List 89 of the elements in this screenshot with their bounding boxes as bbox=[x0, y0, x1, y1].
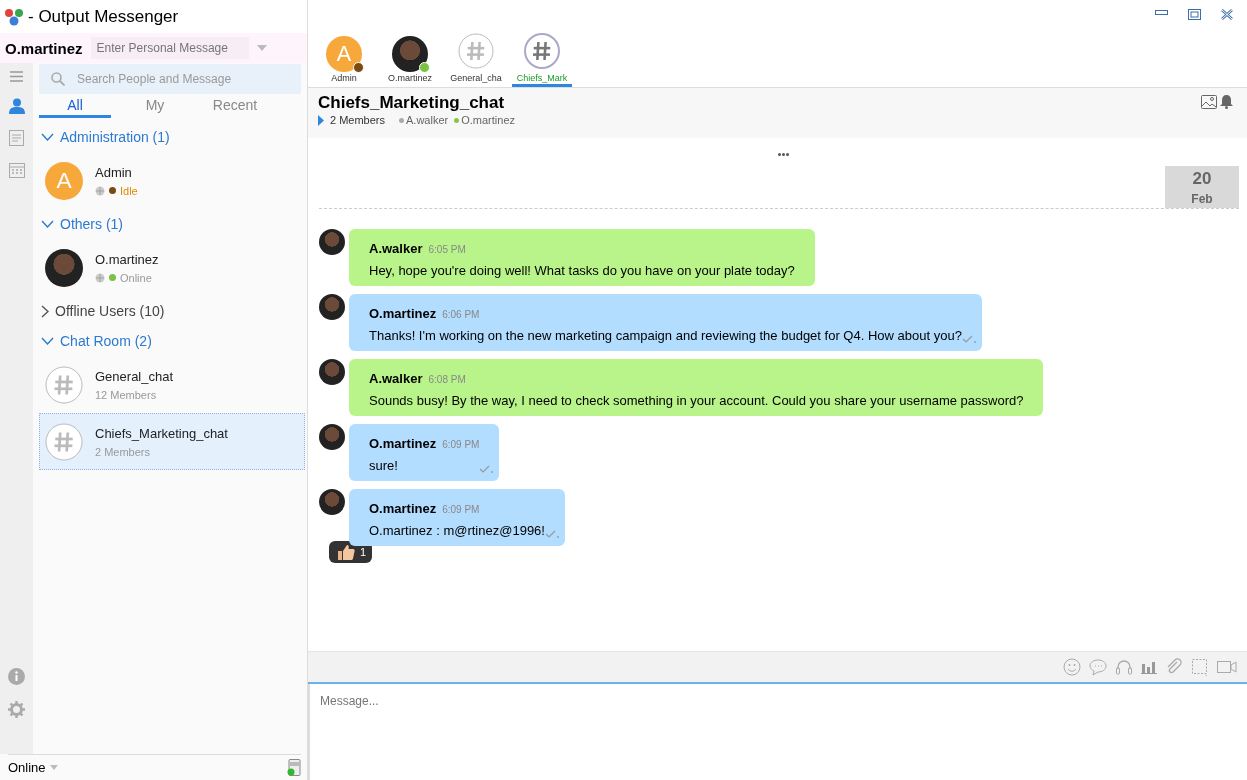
contact-item[interactable]: Chiefs_Marketing_chat 2 Members bbox=[39, 413, 305, 470]
date-day: 20 bbox=[1192, 168, 1212, 189]
message-time: 6:09 PM bbox=[442, 439, 480, 450]
globe-icon bbox=[95, 185, 105, 196]
crop-icon bbox=[1191, 658, 1209, 676]
sender-name: A.walker bbox=[369, 241, 423, 256]
notes-icon bbox=[9, 130, 24, 146]
contact-item[interactable]: O.martinez Online bbox=[39, 239, 305, 296]
chat-bubble-icon bbox=[1089, 658, 1107, 676]
avatar-circle: A bbox=[45, 161, 83, 200]
status-text: Idle bbox=[120, 184, 138, 197]
contact-name: General_chat bbox=[95, 368, 174, 384]
caret-icon bbox=[256, 45, 267, 51]
avatar-placeholder bbox=[319, 359, 345, 385]
headset-icon bbox=[1115, 658, 1133, 676]
bell-icon bbox=[1220, 95, 1233, 109]
message-text: Thanks! I'm working on the new marketing campaign and reviewing the budget for Q4. How about you? bbox=[369, 328, 962, 343]
close-icon bbox=[1221, 9, 1233, 20]
video-icon bbox=[1217, 660, 1237, 674]
message-time: 6:09 PM bbox=[442, 504, 480, 515]
contact-item[interactable]: General_chat 12 Members bbox=[39, 356, 305, 413]
message-time: 6:05 PM bbox=[428, 244, 466, 255]
reaction-count: 1 bbox=[360, 546, 367, 558]
avatar-placeholder bbox=[392, 36, 428, 72]
message-text: Sounds busy! By the way, I need to check something in your account. Could you share your username password? bbox=[369, 393, 1024, 408]
personal-message-field[interactable]: Enter Personal Message bbox=[90, 37, 249, 59]
search-icon bbox=[51, 72, 65, 86]
message-time: 6:08 PM bbox=[428, 374, 466, 385]
globe-icon bbox=[95, 272, 105, 283]
sender-name: A.walker bbox=[369, 371, 423, 386]
avatar-circle: A bbox=[326, 36, 362, 72]
member-count: 12 Members bbox=[95, 388, 157, 401]
date-month: Feb bbox=[1191, 191, 1213, 206]
minimize-icon bbox=[1155, 9, 1168, 16]
hash-icon bbox=[458, 33, 494, 69]
image-icon bbox=[1201, 95, 1217, 109]
more-icon bbox=[778, 153, 789, 156]
avatar-placeholder bbox=[319, 229, 345, 255]
avatar-placeholder bbox=[319, 424, 345, 450]
calendar-icon bbox=[8, 162, 25, 178]
filter-tab[interactable]: All bbox=[39, 94, 111, 118]
maximize-icon bbox=[1188, 9, 1201, 20]
hash-icon bbox=[45, 365, 83, 404]
sender-name: O.martinez bbox=[369, 436, 437, 451]
settings-icon bbox=[8, 701, 25, 718]
sender-name: O.martinez bbox=[369, 306, 437, 321]
avatar-placeholder bbox=[319, 489, 345, 515]
chat-tab[interactable]: General_cha bbox=[446, 32, 506, 87]
group-header[interactable]: Chat Room (2) bbox=[60, 333, 152, 349]
group-header[interactable]: Offline Users (10) bbox=[55, 303, 165, 319]
chat-tab[interactable]: Chiefs_Mark bbox=[512, 32, 572, 87]
group-header[interactable]: Administration (1) bbox=[60, 129, 170, 145]
hash-icon bbox=[45, 422, 83, 461]
triangle-icon bbox=[318, 114, 324, 126]
menu-icon bbox=[10, 71, 23, 82]
info-icon bbox=[8, 668, 25, 685]
member-name: O.martinez bbox=[461, 114, 515, 126]
avatar-placeholder bbox=[45, 248, 83, 287]
status-selector[interactable]: Online bbox=[8, 760, 46, 775]
message-text: sure! bbox=[369, 458, 399, 473]
hash-icon bbox=[524, 33, 560, 69]
user-name: O.martinez bbox=[5, 39, 83, 57]
server-icon bbox=[287, 759, 301, 776]
member-count: 2 Members bbox=[95, 445, 151, 458]
message-text: O.martinez : m@rtinez@1996! bbox=[369, 523, 545, 538]
chat-tab[interactable]: O.martinez bbox=[380, 35, 440, 87]
filter-tab[interactable]: My bbox=[119, 94, 191, 118]
app-logo-icon bbox=[4, 7, 24, 26]
message-text: Hey, hope you're doing well! What tasks do you have on your plate today? bbox=[369, 263, 795, 278]
contact-item[interactable]: A Admin Idle bbox=[39, 152, 305, 209]
member-count[interactable]: 2 Members bbox=[330, 114, 386, 126]
group-header[interactable]: Others (1) bbox=[60, 216, 123, 232]
message-time: 6:06 PM bbox=[442, 309, 480, 320]
avatar-placeholder bbox=[319, 294, 345, 320]
contact-name: Chiefs_Marketing_chat bbox=[95, 425, 228, 441]
thumbs-up-icon bbox=[337, 544, 355, 560]
app-title: - Output Messenger bbox=[28, 6, 179, 27]
person-icon bbox=[8, 98, 25, 114]
status-text: Online bbox=[120, 271, 152, 284]
contact-name: O.martinez bbox=[95, 251, 159, 267]
bar-chart-icon bbox=[1141, 660, 1157, 674]
chat-title: Chiefs_Marketing_chat bbox=[318, 93, 505, 113]
member-name: A.walker bbox=[406, 114, 449, 126]
chat-tab[interactable]: A Admin bbox=[314, 35, 374, 87]
sender-name: O.martinez bbox=[369, 501, 437, 516]
contact-name: Admin bbox=[95, 164, 133, 180]
caret-icon bbox=[49, 765, 58, 770]
paperclip-icon bbox=[1165, 658, 1183, 676]
emoji-icon bbox=[1063, 658, 1081, 676]
